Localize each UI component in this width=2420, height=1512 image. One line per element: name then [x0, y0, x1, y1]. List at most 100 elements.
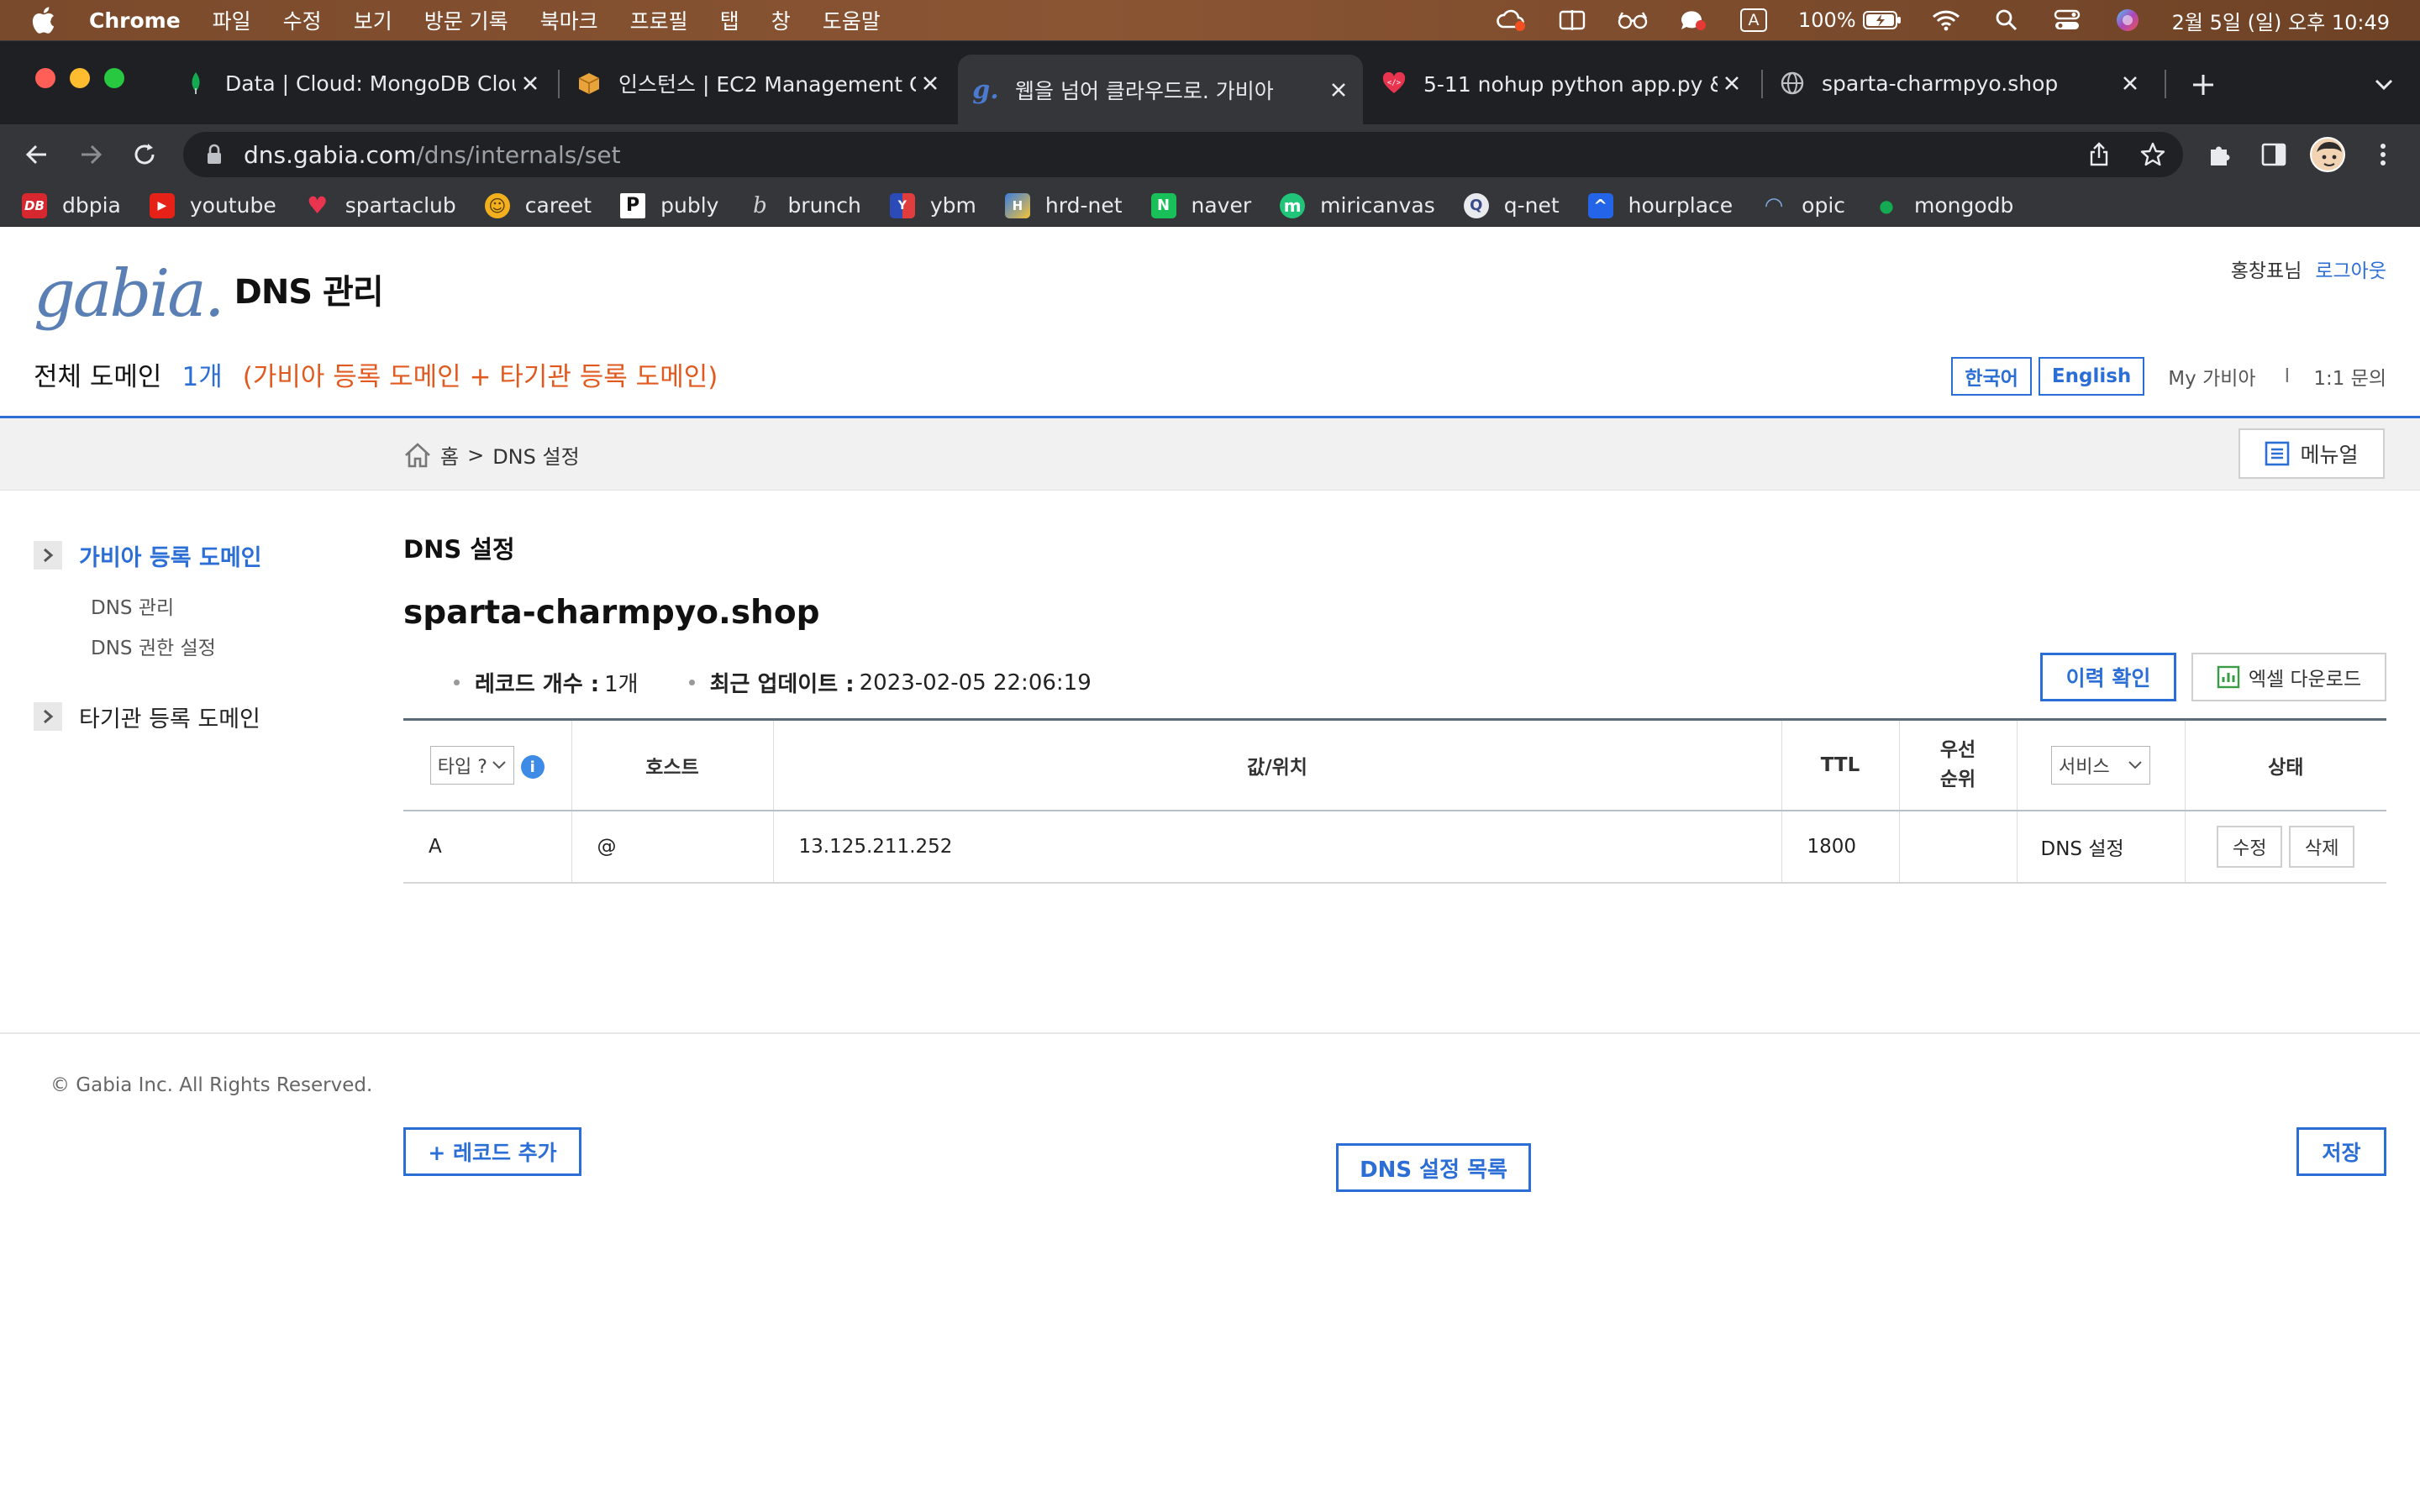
profile-avatar[interactable]: [2309, 136, 2346, 173]
clock[interactable]: 2월 5일 (일) 오후 10:49: [2172, 6, 2390, 35]
bookmark-brunch[interactable]: b brunch: [747, 193, 861, 218]
bookmark-hourplace[interactable]: ^ hourplace: [1587, 192, 1733, 218]
sidebar-item-other-domains[interactable]: 타기관 등록 도메인: [34, 698, 370, 735]
bookmark-spartaclub[interactable]: ♥ spartaclub: [305, 192, 456, 219]
tab-spartaclub[interactable]: </> 5-11 nohup python app.py & 명: [1366, 55, 1756, 112]
tab-search-chevron-icon[interactable]: [2365, 66, 2402, 103]
side-panel-icon[interactable]: [2255, 136, 2292, 173]
tab-gabia[interactable]: g. 웹을 넘어 클라우드로. 가비아: [958, 55, 1363, 125]
bookmark-label: hrd-net: [1044, 193, 1123, 218]
bookmark-youtube[interactable]: ▶ youtube: [149, 192, 276, 218]
type-filter-select[interactable]: 타입 ?: [429, 745, 514, 785]
close-tab-icon[interactable]: [2116, 69, 2144, 97]
apple-icon[interactable]: [30, 6, 64, 34]
bookmark-publy[interactable]: Ppubly: [620, 192, 718, 218]
wifi-icon[interactable]: [1930, 8, 1962, 33]
my-gabia-link[interactable]: My 가비아: [2168, 362, 2255, 391]
bookmark-careet[interactable]: ☺ careet: [484, 192, 592, 218]
bookmark-label: opic: [1802, 193, 1846, 218]
forward-arrow-icon[interactable]: [72, 136, 109, 173]
close-window-button[interactable]: [35, 68, 55, 88]
tab-separator: [558, 70, 560, 98]
close-tab-icon[interactable]: [516, 69, 544, 97]
home-icon[interactable]: [403, 442, 432, 469]
add-record-button[interactable]: + 레코드 추가: [403, 1127, 581, 1176]
bookmark-star-icon[interactable]: [2138, 139, 2168, 170]
share-icon[interactable]: [2084, 139, 2114, 170]
close-tab-icon[interactable]: [916, 69, 944, 97]
menu-edit[interactable]: 수정: [283, 5, 322, 35]
new-tab-plus-icon[interactable]: [2185, 66, 2222, 103]
bookmark-label: mongodb: [1914, 193, 2014, 218]
bookmark-mongodb[interactable]: ● mongodb: [1874, 193, 2013, 218]
battery-status[interactable]: 100%: [1798, 8, 1902, 32]
messenger-icon[interactable]: [1677, 8, 1709, 33]
close-tab-icon[interactable]: [1718, 69, 1746, 97]
bookmark-label: miricanvas: [1320, 193, 1435, 218]
sidebar-item-gabia-domains[interactable]: 가비아 등록 도메인: [34, 537, 370, 574]
lang-english-button[interactable]: English: [2038, 357, 2145, 396]
lang-korean-button[interactable]: 한국어: [1951, 357, 2032, 396]
siri-icon[interactable]: [2112, 8, 2144, 33]
col-status: 상태: [2185, 718, 2386, 811]
bookmark-label: youtube: [189, 193, 276, 218]
excel-download-button[interactable]: 엑셀 다운로드: [2191, 653, 2386, 701]
spotlight-search-icon[interactable]: [1991, 8, 2023, 33]
zoom-window-button[interactable]: [104, 68, 124, 88]
extensions-puzzle-icon[interactable]: [2202, 136, 2238, 173]
bookmark-label: q-net: [1503, 193, 1560, 218]
control-center-icon[interactable]: [2051, 8, 2083, 33]
bookmark-hrd-net[interactable]: Hhrd-net: [1004, 192, 1123, 218]
close-tab-icon[interactable]: [1324, 76, 1353, 104]
bookmark-naver[interactable]: Nnaver: [1150, 192, 1251, 218]
menu-app-name[interactable]: Chrome: [89, 8, 181, 33]
url-path: /dns/internals/set: [416, 140, 621, 169]
bookmark-ybm[interactable]: Yybm: [889, 192, 976, 218]
menu-tab[interactable]: 탭: [720, 5, 739, 35]
menu-bookmarks[interactable]: 북마크: [540, 5, 598, 35]
bookmark-q-net[interactable]: Qq-net: [1463, 192, 1560, 218]
reload-icon[interactable]: [126, 136, 163, 173]
history-button[interactable]: 이력 확인: [2040, 653, 2176, 701]
info-icon[interactable]: i: [520, 755, 544, 780]
tab-mongodb[interactable]: Data | Cloud: MongoDB Cloud: [168, 55, 555, 112]
back-arrow-icon[interactable]: [18, 136, 55, 173]
menu-window[interactable]: 창: [771, 5, 791, 35]
bookmark-dbpia[interactable]: DB dbpia: [22, 192, 121, 218]
save-button[interactable]: 저장: [2296, 1127, 2386, 1176]
dns-list-button[interactable]: DNS 설정 목록: [1336, 1143, 1531, 1192]
inquiry-link[interactable]: 1:1 문의: [2313, 362, 2386, 391]
bookmark-miricanvas[interactable]: m miricanvas: [1280, 192, 1435, 218]
menu-file[interactable]: 파일: [213, 5, 251, 35]
sidebar-item-dns-manage[interactable]: DNS 관리: [91, 585, 370, 626]
sidebar-item-dns-permission[interactable]: DNS 권한 설정: [91, 626, 370, 666]
split-view-icon[interactable]: [1556, 8, 1588, 33]
gabia-logo[interactable]: gabia. DNS 관리: [34, 261, 384, 327]
menu-history[interactable]: 방문 기록: [424, 5, 508, 35]
tab-sparta-charmpyo[interactable]: sparta-charmpyo.shop: [1765, 55, 2154, 112]
tab-ec2[interactable]: 인스턴스 | EC2 Management Con: [561, 55, 955, 112]
input-source-icon[interactable]: A: [1738, 8, 1770, 33]
minimize-window-button[interactable]: [70, 68, 90, 88]
delete-record-button[interactable]: 삭제: [2289, 825, 2355, 868]
menu-help[interactable]: 도움말: [823, 5, 881, 35]
address-bar[interactable]: dns.gabia.com/dns/internals/set: [183, 132, 2183, 177]
logout-link[interactable]: 로그아웃: [2315, 255, 2386, 283]
sidebar-item-label: 타기관 등록 도메인: [79, 706, 260, 732]
chrome-tab-strip: Data | Cloud: MongoDB Cloud 인스턴스 | EC2 M…: [0, 40, 2420, 125]
lock-icon[interactable]: [202, 144, 227, 165]
service-filter-select[interactable]: 서비스: [2051, 745, 2150, 785]
publy-icon: P: [620, 192, 646, 218]
edit-record-button[interactable]: 수정: [2217, 825, 2283, 868]
breadcrumb-home[interactable]: 홈: [440, 440, 459, 470]
menu-profile[interactable]: 프로필: [630, 5, 688, 35]
chrome-menu-kebab-icon[interactable]: [2365, 136, 2402, 173]
bullet: [454, 680, 460, 685]
document-list-icon: [2265, 441, 2290, 466]
manual-button[interactable]: 메뉴얼: [2238, 428, 2385, 479]
bookmark-opic[interactable]: ◠ opic: [1761, 193, 1845, 218]
excel-chart-icon: [2217, 665, 2240, 689]
glasses-icon[interactable]: [1617, 8, 1649, 33]
creative-cloud-icon[interactable]: [1496, 8, 1528, 33]
menu-view[interactable]: 보기: [354, 5, 392, 35]
